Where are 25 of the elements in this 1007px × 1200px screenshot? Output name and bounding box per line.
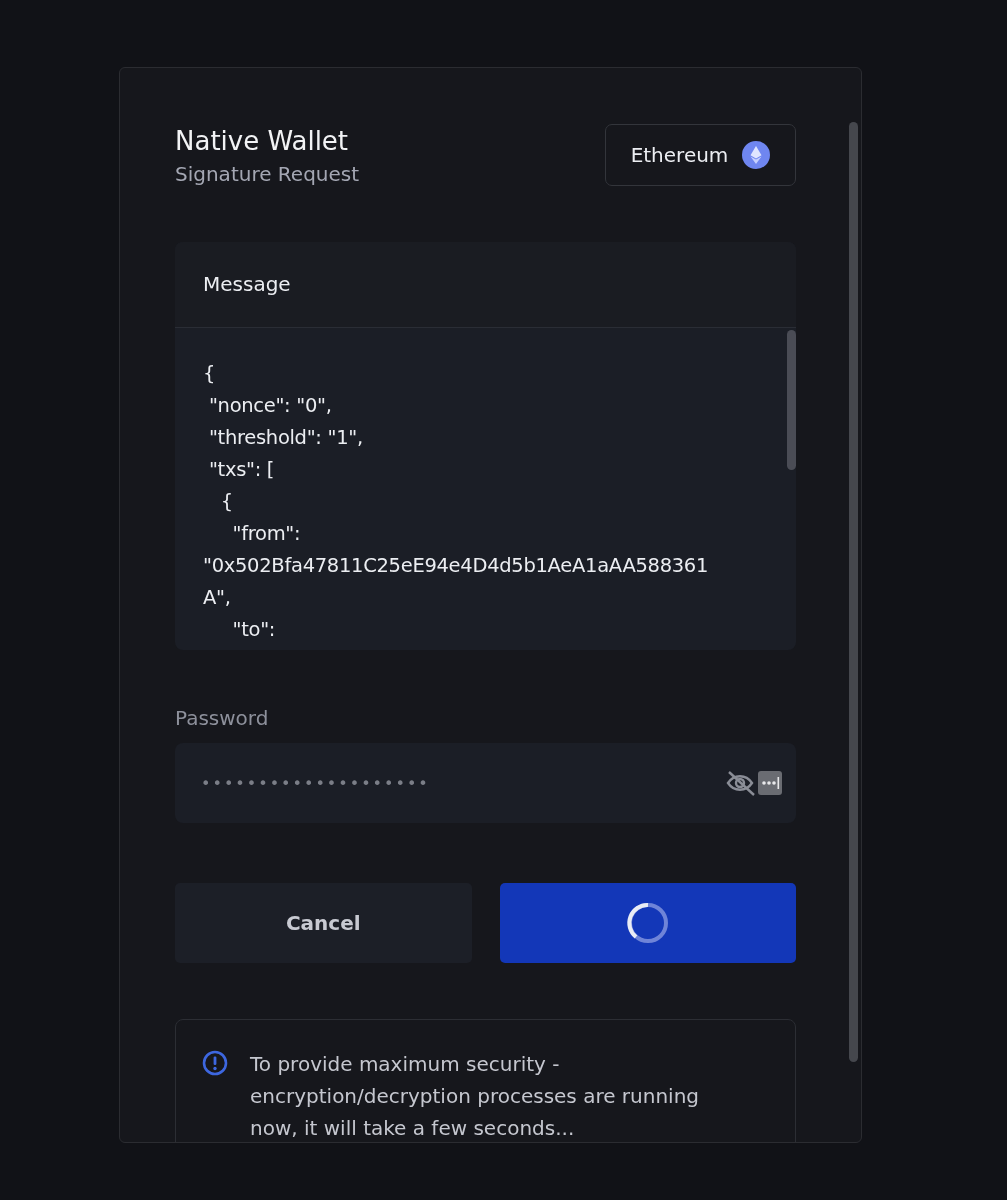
loading-spinner-icon [625, 901, 670, 945]
password-label: Password [175, 706, 270, 730]
message-line: "from": [231, 521, 302, 547]
message-scrollbar[interactable] [787, 330, 796, 470]
message-line: "to": [231, 617, 277, 643]
message-heading: Message [175, 242, 796, 328]
cancel-button[interactable]: Cancel [175, 883, 472, 963]
scrollbar[interactable] [849, 122, 858, 1062]
message-line: "0x502Bfa47811C25eE94e4D4d5b1AeA1aAA588361 [203, 553, 710, 579]
request-subtitle: Signature Request [175, 162, 360, 186]
message-line: { [203, 361, 217, 387]
info-icon [202, 1050, 228, 1076]
network-selector[interactable]: Ethereum [605, 124, 796, 186]
masked-password: •••••••••••••••••••• [201, 773, 431, 793]
wallet-title: Native Wallet [175, 126, 350, 156]
password-field[interactable]: •••••••••••••••••••• [175, 743, 796, 823]
ethereum-icon [742, 141, 771, 169]
notice-text: To provide maximum security - encryption/decryption processes are running now, it will take a few seconds... [250, 1051, 700, 1142]
password-manager-icon[interactable] [758, 771, 782, 795]
message-line: "threshold": "1", [207, 425, 364, 451]
message-line: { [219, 489, 234, 515]
message-line: A", [203, 585, 232, 611]
message-line: "txs": [ [207, 457, 276, 483]
confirm-button[interactable] [499, 883, 796, 963]
message-line: "nonce": "0", [207, 393, 333, 419]
